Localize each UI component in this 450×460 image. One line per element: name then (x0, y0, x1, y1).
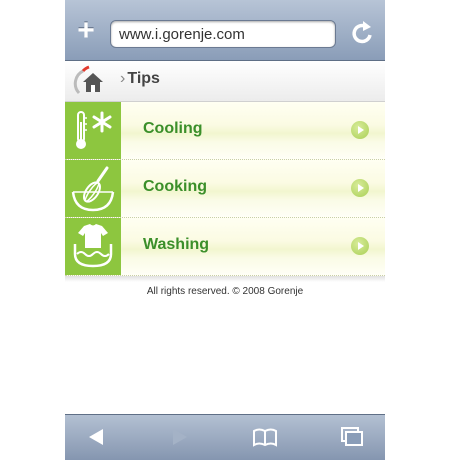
browser-toolbar (65, 414, 385, 460)
bookmarks-button[interactable] (251, 425, 279, 449)
home-button[interactable] (73, 63, 109, 99)
reload-icon (352, 21, 372, 44)
menu-item-label: Washing (143, 236, 210, 253)
book-icon (253, 428, 277, 447)
forward-arrow-icon (173, 429, 187, 445)
shirt-water-icon (65, 218, 121, 275)
chevron-right-icon (351, 179, 369, 197)
tips-menu: Cooling Cooking Washing (65, 102, 385, 276)
pages-button[interactable] (337, 425, 365, 449)
breadcrumb-separator: › (120, 70, 126, 87)
menu-item-cooking[interactable]: Cooking (65, 160, 385, 218)
footer-copyright: All rights reserved. © 2008 Gorenje (146, 286, 304, 297)
menu-item-label: Cooking (143, 178, 207, 195)
menu-shadow (65, 276, 385, 282)
home-icon (73, 65, 103, 95)
url-field[interactable]: www.i.gorenje.com (110, 20, 336, 48)
browser-top-bar: + www.i.gorenje.com (65, 0, 385, 61)
add-bookmark-button[interactable]: + (73, 16, 99, 46)
menu-item-washing[interactable]: Washing (65, 218, 385, 276)
chevron-right-icon (351, 121, 369, 139)
menu-item-label: Cooling (143, 120, 203, 137)
forward-button[interactable] (165, 425, 193, 449)
back-button[interactable] (83, 425, 111, 449)
reload-button[interactable] (351, 20, 375, 46)
whisk-bowl-icon (65, 160, 121, 217)
breadcrumb-label: Tips (127, 70, 160, 87)
chevron-right-icon (351, 237, 369, 255)
breadcrumb-current: › Tips (120, 70, 160, 88)
back-arrow-icon (89, 429, 103, 445)
thermometer-snowflake-icon (65, 102, 121, 159)
breadcrumb: › Tips (65, 61, 385, 102)
phone-screen: + www.i.gorenje.com › Tips Cooling Cooki… (65, 0, 385, 460)
menu-item-cooling[interactable]: Cooling (65, 102, 385, 160)
pages-icon (341, 427, 363, 446)
